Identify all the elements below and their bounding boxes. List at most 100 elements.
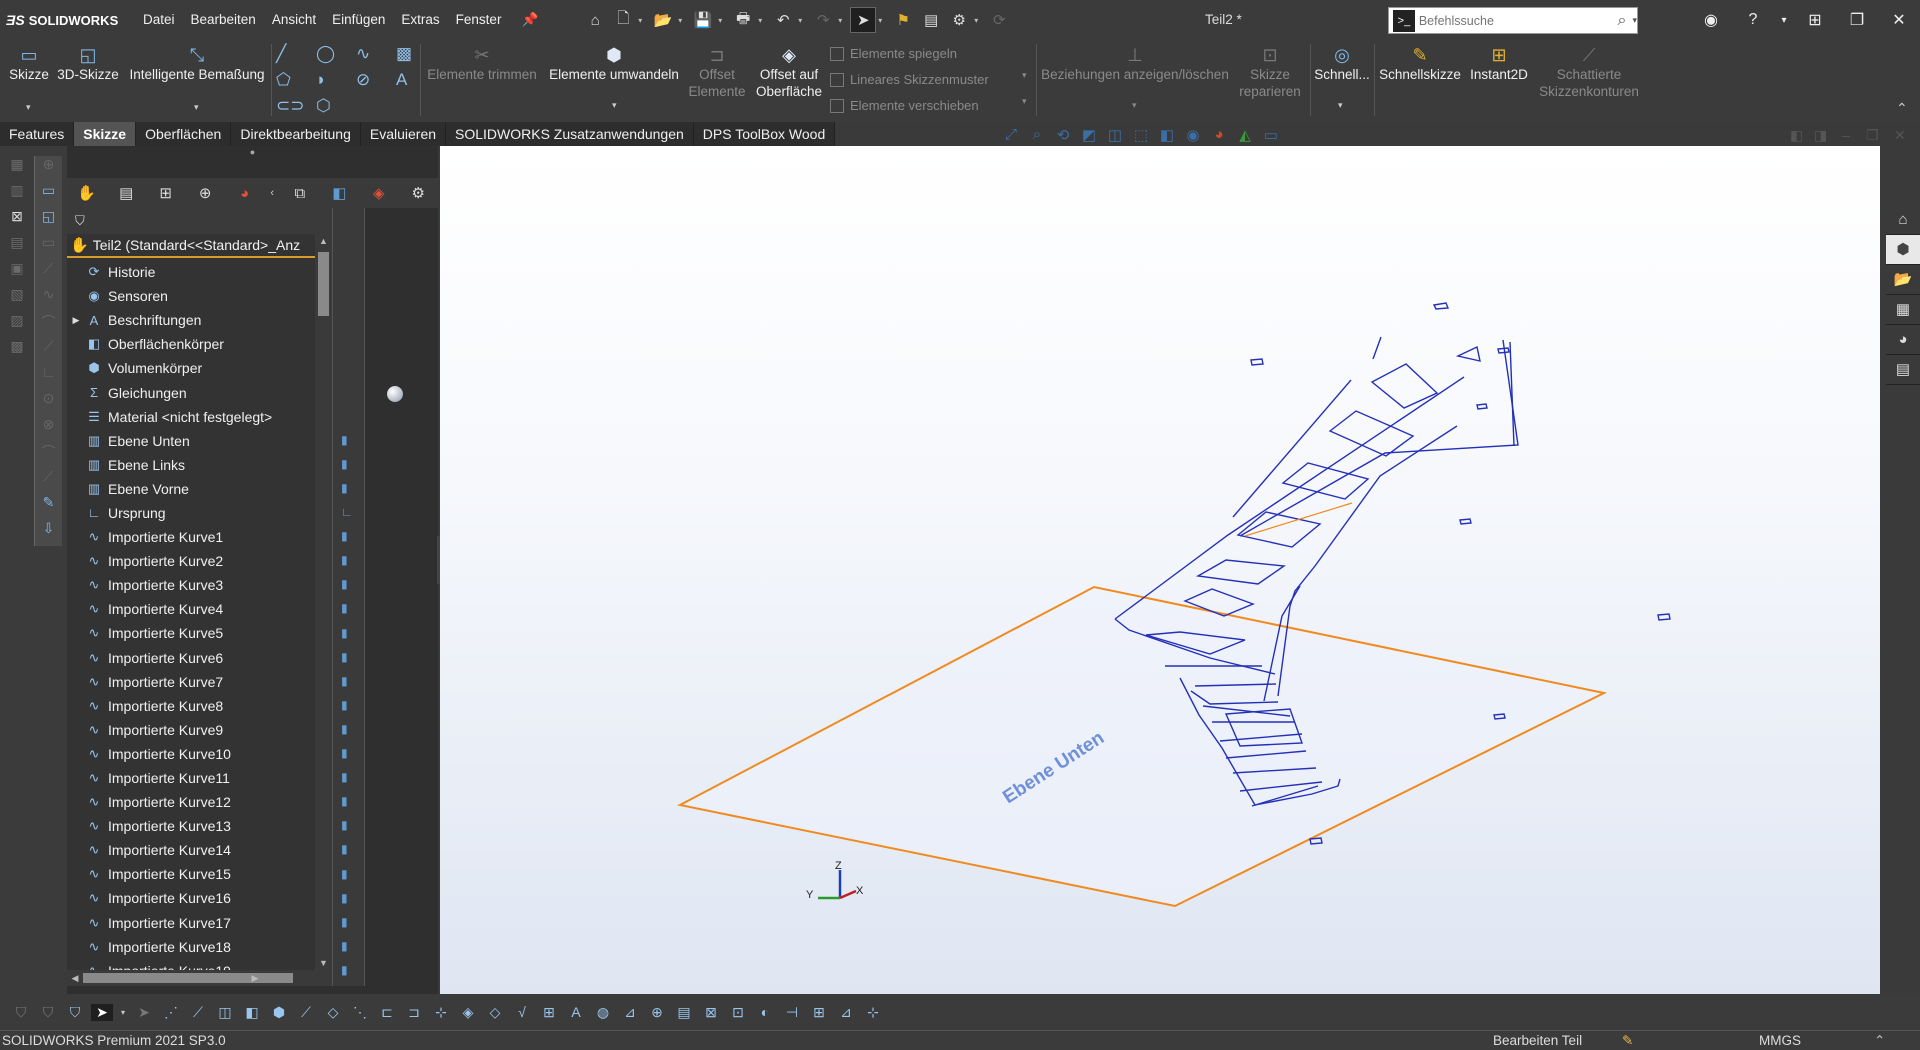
redo-dropdown-icon[interactable]: ▾	[838, 16, 848, 25]
visibility-toggle-icon[interactable]: ▮	[341, 529, 348, 543]
sidebar-tool-icon[interactable]: ⌒	[35, 442, 62, 468]
filter-sketch-segments-icon[interactable]: ⊏	[376, 1004, 398, 1021]
quick-snaps-dropdown-icon[interactable]: ▾	[1338, 100, 1343, 111]
tree-vertical-scrollbar[interactable]: ▲ ▼	[315, 234, 332, 970]
spline-icon[interactable]: ∿	[356, 44, 370, 64]
appearance-ball-icon[interactable]	[387, 386, 403, 402]
rebuild-status-icon[interactable]: ✎	[1622, 1031, 1633, 1050]
sidebar-tool-icon[interactable]: ▩	[4, 338, 30, 364]
skizze-dropdown-icon[interactable]: ▾	[26, 102, 31, 113]
visibility-toggle-icon[interactable]: ▮	[341, 746, 348, 760]
circle-icon[interactable]: ◯	[316, 44, 335, 64]
filter-connection-points-icon[interactable]: ◐	[754, 1004, 776, 1020]
hide-show-icon[interactable]: ◉	[1182, 126, 1204, 144]
filter-mesh-facets-icon[interactable]: ⊞	[808, 1004, 830, 1021]
sidebar-tool-icon[interactable]: ▣	[4, 260, 30, 286]
task-pane-file-explorer-icon[interactable]: 📂	[1886, 265, 1920, 295]
scroll-left-icon[interactable]: ◀	[67, 970, 83, 986]
graphics-viewport[interactable]: Z Y X Ebene Unten	[440, 146, 1880, 994]
filter-centerline-icon[interactable]: ◈	[457, 1004, 479, 1021]
polygon-icon[interactable]: ⬡	[316, 96, 331, 116]
options-gear-icon[interactable]: ⚙	[946, 7, 972, 33]
tree-item[interactable]: ◧ Oberflächenkörper	[67, 332, 272, 356]
tree-item[interactable]: ◉ Sensoren	[67, 284, 272, 308]
offset-entities-button[interactable]: ⊐ Offset Elemente	[686, 44, 748, 100]
tree-item[interactable]: ▥ Ebene Links	[67, 453, 272, 477]
tab-dps-toolbox-wood[interactable]: DPS ToolBox Wood	[693, 122, 836, 146]
sidebar-tool-icon[interactable]: ▭	[35, 234, 62, 260]
visibility-toggle-icon[interactable]: ▮	[341, 867, 348, 881]
sidebar-tool-icon[interactable]: ⊕	[35, 156, 62, 182]
select-tool-icon[interactable]: ➤	[91, 1003, 113, 1021]
visibility-toggle-icon[interactable]: ▮	[341, 553, 348, 567]
rebuild-icon[interactable]: ⟳	[986, 7, 1012, 33]
tab-more-icon[interactable]: ⚙	[399, 184, 438, 202]
feature-manager-tab-icon[interactable]: ✋	[67, 184, 106, 202]
tree-item[interactable]: ∿ Importierte Kurve7	[67, 670, 272, 694]
viewport-split-icon[interactable]: ◨	[1814, 127, 1827, 144]
convert-entities-button[interactable]: ⬢ Elemente umwandeln	[546, 44, 682, 83]
filter-datum-targets-icon[interactable]: ⊕	[646, 1004, 668, 1021]
viewport-tile-icon[interactable]: ◧	[1790, 127, 1803, 144]
line-icon[interactable]: ╱	[276, 44, 286, 64]
menu-einfuegen[interactable]: Einfügen	[324, 0, 393, 40]
scroll-down-icon[interactable]: ▼	[315, 958, 332, 968]
pin-icon[interactable]: 📌	[513, 0, 546, 40]
scroll-right-icon[interactable]: ▶	[247, 970, 263, 986]
filter-weld-symbols-icon[interactable]: ⊿	[619, 1004, 641, 1021]
visibility-toggle-icon[interactable]: ▮	[341, 650, 348, 664]
surface-spline-icon[interactable]: ▩	[396, 44, 412, 64]
sidebar-tool-icon[interactable]: ▤	[4, 234, 30, 260]
sidebar-tool-icon[interactable]: ▦	[4, 156, 30, 182]
scene-tab-icon[interactable]: ◧	[320, 184, 359, 202]
viewport-restore-icon[interactable]: ❐	[1866, 127, 1879, 144]
display-manager-tab-icon[interactable]: ◕	[225, 185, 264, 202]
tree-item[interactable]: ∿ Importierte Kurve11	[67, 766, 272, 790]
slot-icon[interactable]: ⊂⊃	[276, 96, 305, 116]
tree-item[interactable]: ∿ Importierte Kurve13	[67, 814, 272, 838]
options-dropdown-icon[interactable]: ▾	[974, 16, 984, 25]
apply-scene-icon[interactable]: ◭	[1234, 126, 1256, 144]
mirror-entities-button[interactable]: Elemente spiegeln	[830, 46, 957, 61]
solidworks-logo[interactable]: ƎS SOLIDWORKS	[0, 12, 135, 28]
sidebar-tool-icon[interactable]: ✎	[35, 494, 62, 520]
menu-ansicht[interactable]: Ansicht	[264, 0, 324, 40]
command-search-input[interactable]	[1418, 13, 1618, 28]
offset-on-surface-button[interactable]: ◈ Offset auf Oberfläche	[752, 44, 826, 100]
tree-filter[interactable]: ⛉	[67, 208, 332, 234]
visibility-toggle-icon[interactable]: ▮	[341, 770, 348, 784]
dimxpert-tab-icon[interactable]: ⊕	[185, 184, 224, 202]
tree-item[interactable]: ∿ Importierte Kurve1	[67, 525, 272, 549]
tree-item[interactable]: ∿ Importierte Kurve14	[67, 838, 272, 862]
filter-notes-icon[interactable]: A	[565, 1004, 587, 1020]
tree-item[interactable]: ∿ Importierte Kurve12	[67, 790, 272, 814]
new-dropdown-icon[interactable]: ▾	[638, 16, 648, 25]
zoom-area-icon[interactable]: ⌕	[1026, 126, 1048, 144]
scroll-thumb[interactable]	[318, 252, 329, 316]
sidebar-tool-icon[interactable]: ▭	[35, 182, 62, 208]
linear-pattern-button[interactable]: Lineares Skizzenmuster	[830, 72, 989, 87]
tree-item[interactable]: ⬢ Volumenkörper	[67, 356, 272, 380]
tab-zusatzanwendungen[interactable]: SOLIDWORKS Zusatzanwendungen	[446, 122, 694, 146]
print-icon[interactable]: 🖶	[730, 7, 756, 33]
rectangle-icon[interactable]: ⬠	[276, 70, 291, 90]
sidebar-tool-icon[interactable]: ▥	[4, 182, 30, 208]
zoom-to-fit-icon[interactable]: ⤢	[1000, 126, 1022, 144]
undo-icon[interactable]: ↶	[770, 7, 796, 33]
filter-vertices-icon[interactable]: ⋰	[160, 1004, 182, 1021]
menu-fenster[interactable]: Fenster	[448, 0, 510, 40]
visibility-toggle-icon[interactable]: ▮	[341, 794, 348, 808]
visibility-toggle-icon[interactable]: ▮	[341, 674, 348, 688]
task-pane-appearances-icon[interactable]: ◕	[1886, 325, 1920, 355]
ellipse-icon[interactable]: ⊘	[356, 70, 370, 90]
view-orientation-icon[interactable]: ⬚	[1130, 126, 1152, 144]
visibility-toggle-icon[interactable]: ▮	[341, 601, 348, 615]
save-dropdown-icon[interactable]: ▾	[718, 16, 728, 25]
dynamic-annotation-icon[interactable]: ◫	[1104, 126, 1126, 144]
tree-item[interactable]: ∿ Importierte Kurve15	[67, 862, 272, 886]
help-dropdown-icon[interactable]: ▾	[1774, 15, 1794, 26]
search-dropdown-icon[interactable]: ▾	[1632, 15, 1637, 26]
filter-cosmetic-threads-icon[interactable]: ▤	[673, 1004, 695, 1021]
menu-extras[interactable]: Extras	[393, 0, 447, 40]
task-pane-view-palette-icon[interactable]: ▦	[1886, 295, 1920, 325]
